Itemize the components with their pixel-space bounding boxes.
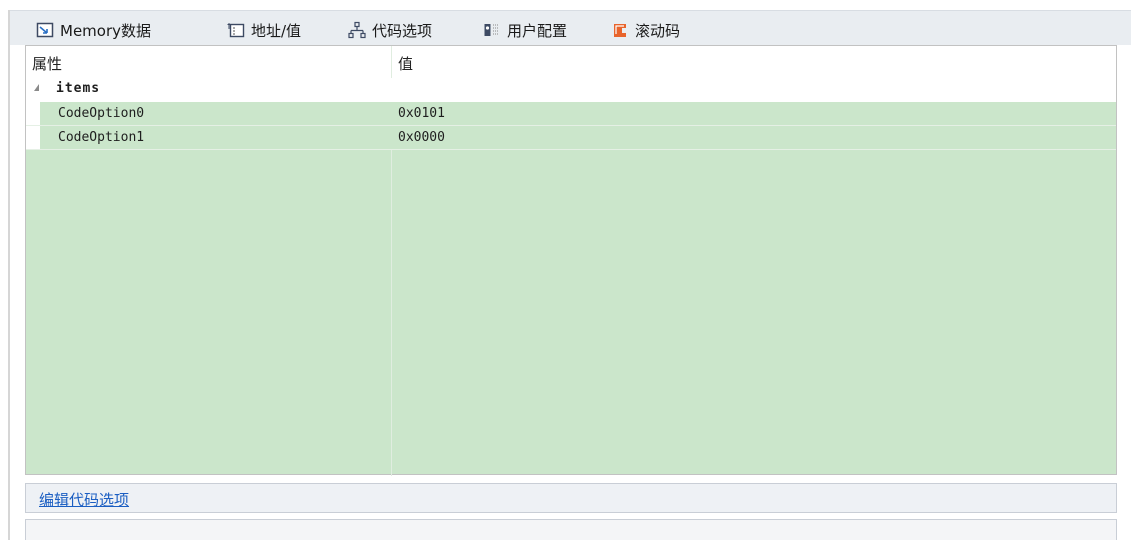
rolling-code-icon — [611, 21, 629, 39]
property-value[interactable]: 0x0000 — [398, 130, 445, 145]
property-name: CodeOption1 — [58, 130, 145, 145]
window-edge — [8, 10, 10, 540]
tab-label: 滚动码 — [635, 21, 681, 40]
column-header-property[interactable]: 属性 — [32, 53, 62, 74]
tab-rolling-code[interactable]: 滚动码 — [597, 17, 725, 43]
property-value[interactable]: 0x0101 — [398, 106, 445, 121]
table-row[interactable]: CodeOption0 0x0101 — [26, 102, 1116, 126]
row-gutter — [26, 102, 40, 125]
collapse-triangle-icon[interactable] — [34, 84, 39, 91]
row-gutter — [26, 126, 40, 149]
command-bar: 编辑代码选项 — [25, 483, 1117, 513]
grid-header: 属性 值 — [26, 46, 1116, 79]
tab-label: 地址/值 — [251, 21, 302, 40]
user-config-icon — [483, 21, 501, 39]
table-row[interactable]: CodeOption1 0x0000 — [26, 126, 1116, 150]
tab-address-value[interactable]: 地址/值 — [213, 17, 341, 43]
tab-code-options[interactable]: 代码选项 — [334, 17, 474, 43]
category-row[interactable]: items — [26, 78, 1116, 102]
tab-strip: Memory数据 地址/值 代码选项 用户配置 滚动码 — [10, 10, 1131, 45]
tab-label: Memory数据 — [60, 21, 152, 40]
column-header-value[interactable]: 值 — [398, 53, 413, 74]
address-icon — [227, 21, 245, 39]
memory-icon — [36, 21, 54, 39]
tab-memory-data[interactable]: Memory数据 — [22, 17, 216, 43]
description-panel — [25, 519, 1117, 540]
code-option-icon — [348, 21, 366, 39]
edit-code-options-link[interactable]: 编辑代码选项 — [39, 489, 129, 510]
property-grid: 属性 值 items CodeOption0 0x0101 CodeOption… — [25, 45, 1117, 476]
tab-label: 用户配置 — [507, 21, 568, 40]
tab-label: 代码选项 — [372, 21, 433, 40]
property-name: CodeOption0 — [58, 106, 145, 121]
tab-user-config[interactable]: 用户配置 — [469, 17, 604, 43]
category-label: items — [56, 81, 101, 96]
